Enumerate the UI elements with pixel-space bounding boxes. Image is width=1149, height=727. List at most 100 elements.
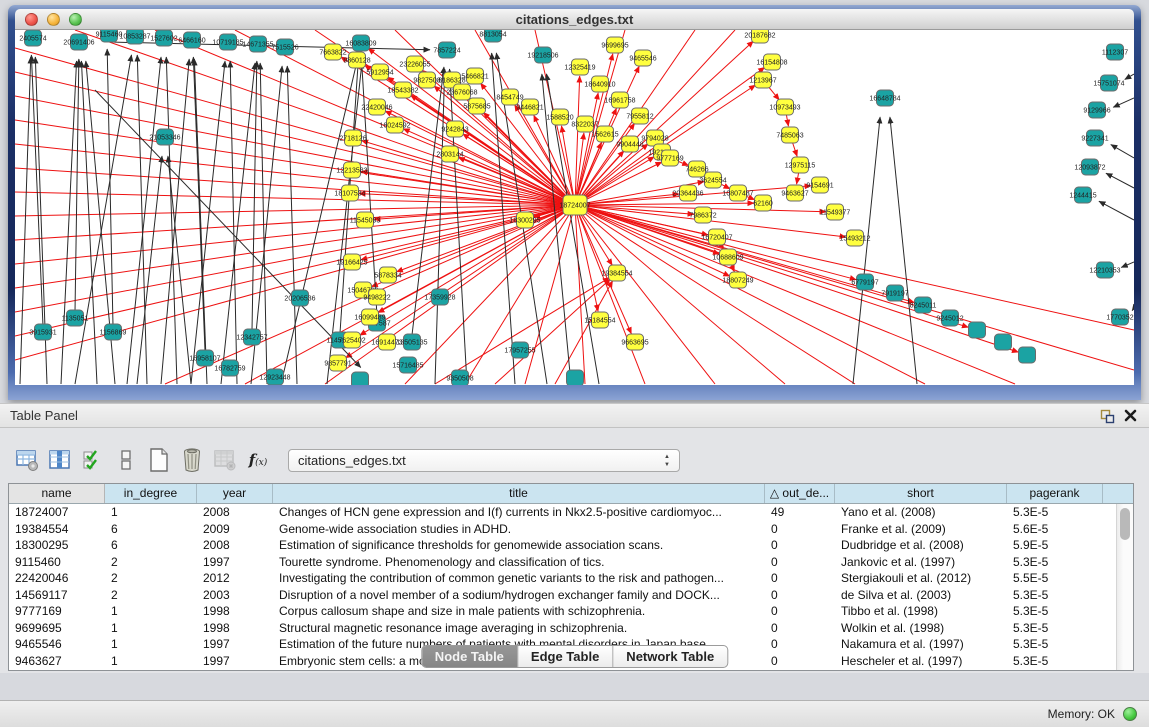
graph-edge (575, 205, 1015, 384)
column-header-in_degree[interactable]: in_degree (105, 484, 197, 503)
graph-node[interactable] (567, 370, 584, 385)
tab-network-table[interactable]: Network Table (613, 646, 727, 667)
table-toolbar: f(x) citations_edges.txt ▲▼ (14, 445, 680, 475)
graph-edge (435, 69, 445, 384)
graph-node-label: 16099489 (354, 315, 385, 322)
float-panel-icon[interactable] (1100, 409, 1115, 429)
graph-edge (575, 205, 925, 384)
graph-node-label: 18724007 (559, 203, 590, 210)
graph-node-label: 12213583 (336, 168, 367, 175)
column-header-title[interactable]: title (273, 484, 765, 503)
graph-node-label: 8813054 (479, 32, 506, 39)
table-cell: Corpus callosum shape and size in male p… (273, 603, 765, 620)
table-row[interactable]: 911546021997Tourette syndrome. Phenomeno… (9, 554, 1116, 571)
table-cell: 9115460 (9, 554, 105, 571)
column-header-filler (1103, 484, 1133, 503)
table-cell: Jankovic et al. (1997) (835, 554, 1007, 571)
column-header-year[interactable]: year (197, 484, 273, 503)
graph-node-label: 11545093 (350, 218, 381, 225)
table-cell: 2 (105, 570, 197, 587)
scrollbar-thumb[interactable] (1120, 508, 1130, 540)
graph-node[interactable] (969, 322, 986, 338)
graph-node-label: 16782759 (214, 366, 245, 373)
graph-edge (1132, 308, 1134, 311)
window-minimize-button[interactable] (47, 13, 60, 26)
graph-node-label: 7663822 (319, 50, 346, 57)
close-panel-icon[interactable] (1124, 409, 1137, 427)
create-table-icon[interactable] (146, 446, 172, 474)
table-cell: 49 (765, 504, 835, 521)
graph-edge (137, 156, 162, 384)
network-window[interactable]: citations_edges.txt 24055742069140691154… (8, 5, 1141, 400)
graph-node-label: 9860128 (343, 58, 370, 65)
graph-node-label: 14671355 (242, 42, 273, 49)
table-row[interactable]: 977716911998Corpus callosum shape and si… (9, 603, 1116, 620)
table-cell: 9699695 (9, 620, 105, 637)
column-header-short[interactable]: short (835, 484, 1007, 503)
graph-node-label: 8454749 (496, 95, 523, 102)
table-cell: 5.3E-5 (1007, 603, 1103, 620)
graph-node-label: 1213967 (749, 78, 776, 85)
tab-edge-table[interactable]: Edge Table (518, 646, 613, 667)
table-cell: 22420046 (9, 570, 105, 587)
graph-node-label: 10807487 (722, 191, 753, 198)
table-cell: 2012 (197, 570, 273, 587)
delete-table-icon[interactable] (179, 446, 205, 474)
graph-edge (890, 117, 917, 384)
graph-node-label: 1244415 (1069, 193, 1096, 200)
show-columns-icon[interactable] (47, 446, 73, 474)
graph-node-label: 10973493 (769, 105, 800, 112)
graph-node-label: 9777169 (656, 156, 683, 163)
table-cell: 2 (105, 554, 197, 571)
table-row[interactable]: 1938455462009Genome-wide association stu… (9, 521, 1116, 538)
function-builder-icon[interactable]: f(x) (245, 446, 271, 474)
graph-node-label: 5878334 (374, 273, 401, 280)
graph-node-label: 18640910 (584, 82, 615, 89)
table-cell: 1 (105, 636, 197, 653)
graph-node-label: 18300295 (509, 218, 540, 225)
network-window-title: citations_edges.txt (15, 9, 1134, 30)
network-canvas[interactable]: 2405574206914069115460108532871527602646… (15, 30, 1134, 385)
table-row[interactable]: 1872400712008Changes of HCN gene express… (9, 504, 1116, 521)
graph-node-label: 1156869 (100, 330, 127, 337)
graph-node-label: 21053346 (149, 135, 180, 142)
graph-node-label: 19166425 (336, 260, 367, 267)
graph-edge (15, 144, 575, 205)
row-height-icon[interactable] (113, 446, 139, 474)
table-cell: 5.6E-5 (1007, 521, 1103, 538)
graph-node-label: 16024592 (379, 123, 410, 130)
table-row[interactable]: 969969511998Structural magnetic resonanc… (9, 620, 1116, 637)
column-header-pagerank[interactable]: pagerank (1007, 484, 1103, 503)
graph-node-label: 2718126 (339, 136, 366, 143)
table-selector[interactable]: citations_edges.txt ▲▼ (288, 449, 680, 472)
graph-node-label: 22420046 (361, 105, 392, 112)
graph-node-label: 20187682 (744, 33, 775, 40)
vertical-scrollbar[interactable] (1116, 504, 1133, 670)
tab-node-table[interactable]: Node Table (422, 646, 518, 667)
graph-node-label: 1112307 (1102, 50, 1128, 57)
graph-node-label: 20691406 (63, 40, 94, 47)
column-header-out_de[interactable]: △ out_de... (765, 484, 835, 503)
table-row[interactable]: 1830029562008Estimation of significance … (9, 537, 1116, 554)
column-header-name[interactable]: name (9, 484, 105, 503)
table-mode-icon[interactable] (14, 446, 40, 474)
graph-edge (853, 117, 880, 384)
select-columns-icon[interactable] (80, 446, 106, 474)
graph-node-label: 12210353 (1089, 268, 1120, 275)
table-row[interactable]: 2242004622012Investigating the contribut… (9, 570, 1116, 587)
graph-node[interactable] (352, 372, 369, 385)
graph-edge (378, 205, 575, 313)
table-cell: 1997 (197, 636, 273, 653)
graph-node[interactable] (995, 334, 1012, 350)
graph-node-label: 9827508 (413, 78, 440, 85)
table-row[interactable]: 1456911722003Disruption of a novel membe… (9, 587, 1116, 604)
graph-node-label: 7857224 (433, 48, 460, 55)
graph-node-label: 1562615 (591, 132, 618, 139)
network-window-titlebar[interactable]: citations_edges.txt (15, 9, 1134, 30)
window-close-button[interactable] (25, 13, 38, 26)
table-cell: 1 (105, 620, 197, 637)
window-zoom-button[interactable] (69, 13, 82, 26)
graph-node[interactable] (1019, 347, 1036, 363)
table-cell: Tourette syndrome. Phenomenology and cla… (273, 554, 765, 571)
graph-node-label: 16083809 (345, 41, 376, 48)
